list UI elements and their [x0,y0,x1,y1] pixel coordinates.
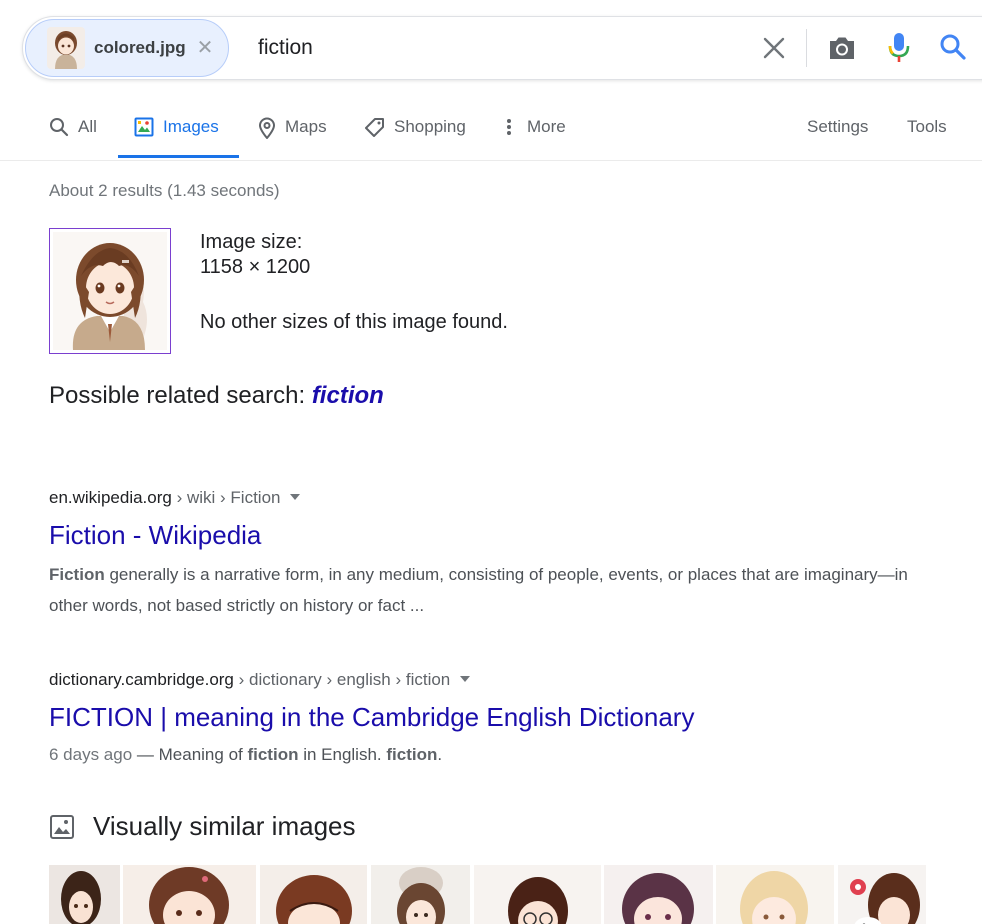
tab-all-label: All [78,117,97,136]
similar-image-thumbnail[interactable] [260,865,367,924]
result-date: 6 days ago [49,745,133,764]
tab-shopping[interactable]: Shopping [364,108,466,160]
more-vert-icon [507,119,511,135]
tab-images[interactable]: Images [134,108,219,160]
map-pin-icon [258,117,276,139]
result-breadcrumb: dictionary.cambridge.org › dictionary › … [49,670,929,690]
tab-more-label: More [527,117,566,136]
related-search-prefix: Possible related search: [49,382,306,409]
snippet-highlight: fiction [247,745,299,764]
tab-settings-label: Settings [807,117,869,136]
camera-icon[interactable] [827,34,857,67]
image-search-chip[interactable]: colored.jpg ✕ [25,19,229,77]
tab-maps[interactable]: Maps [258,108,327,160]
similar-image-thumbnail[interactable] [838,865,926,924]
chevron-down-icon[interactable] [290,493,301,500]
tab-settings[interactable]: Settings [807,108,868,160]
snippet-highlight: fiction [386,745,438,764]
result-breadcrumb: en.wikipedia.org › wiki › Fiction [49,488,929,508]
active-tab-indicator [118,155,239,158]
chip-filename: colored.jpg [94,38,186,57]
image-size-label: Image size: [200,231,303,253]
similar-image-thumbnail[interactable] [474,865,601,924]
result-snippet: 6 days ago — Meaning of fiction in Engli… [49,739,929,770]
chip-thumbnail [47,27,85,69]
search-tabs: All Images Maps Shopping More Settings T… [0,108,982,160]
tab-maps-label: Maps [285,117,327,136]
search-result: en.wikipedia.org › wiki › Fiction Fictio… [49,488,929,621]
search-bar[interactable]: colored.jpg ✕ fiction [22,16,982,80]
snippet-text: — Meaning of [132,745,248,764]
similar-images-heading: Visually similar images [49,811,356,842]
images-icon [134,117,154,137]
similar-image-thumbnail[interactable] [123,865,256,924]
tab-images-label: Images [163,117,219,136]
search-divider [806,29,807,67]
search-icon[interactable] [938,32,968,67]
result-stats: About 2 results (1.43 seconds) [49,181,280,200]
result-snippet: Fiction generally is a narrative form, i… [49,559,929,621]
tabs-divider [0,160,982,161]
similar-image-thumbnail[interactable] [716,865,834,924]
chip-remove-icon[interactable]: ✕ [197,38,214,58]
tag-icon [365,118,384,137]
image-size-block: Image size: 1158 × 1200 [200,230,310,280]
search-input[interactable]: fiction [258,36,313,60]
microphone-icon[interactable] [887,31,911,70]
no-other-sizes: No other sizes of this image found. [200,311,508,333]
result-domain: dictionary.cambridge.org [49,670,234,689]
tab-tools-label: Tools [907,117,947,136]
similar-image-thumbnail[interactable] [49,865,120,924]
related-search-link[interactable]: fiction [312,382,384,409]
result-path: › dictionary › english › fiction [233,670,451,689]
snippet-highlight: Fiction [49,565,105,584]
clear-icon[interactable] [761,35,787,61]
snippet-text: . [437,745,443,764]
image-size-value: 1158 × 1200 [200,256,311,278]
result-title-link[interactable]: Fiction - Wikipedia [49,520,929,551]
image-icon [50,814,74,839]
uploaded-image-thumbnail[interactable] [49,228,171,354]
similar-images-label: Visually similar images [93,811,356,841]
tab-shopping-label: Shopping [394,117,466,136]
search-icon [50,118,69,137]
similar-image-thumbnail[interactable] [604,865,713,924]
chevron-down-icon[interactable] [460,675,471,682]
snippet-text: generally is a narrative form, in any me… [49,565,908,615]
result-domain: en.wikipedia.org [49,488,172,507]
tab-all[interactable]: All [49,108,97,160]
result-path: › wiki › Fiction [171,488,281,507]
snippet-text: in English. [298,745,387,764]
related-search: Possible related search: fiction [49,382,384,410]
similar-image-thumbnail[interactable] [371,865,470,924]
tab-more[interactable]: More [505,108,566,160]
result-title-link[interactable]: FICTION | meaning in the Cambridge Engli… [49,702,929,733]
tab-tools[interactable]: Tools [907,108,947,160]
search-result: dictionary.cambridge.org › dictionary › … [49,670,929,770]
